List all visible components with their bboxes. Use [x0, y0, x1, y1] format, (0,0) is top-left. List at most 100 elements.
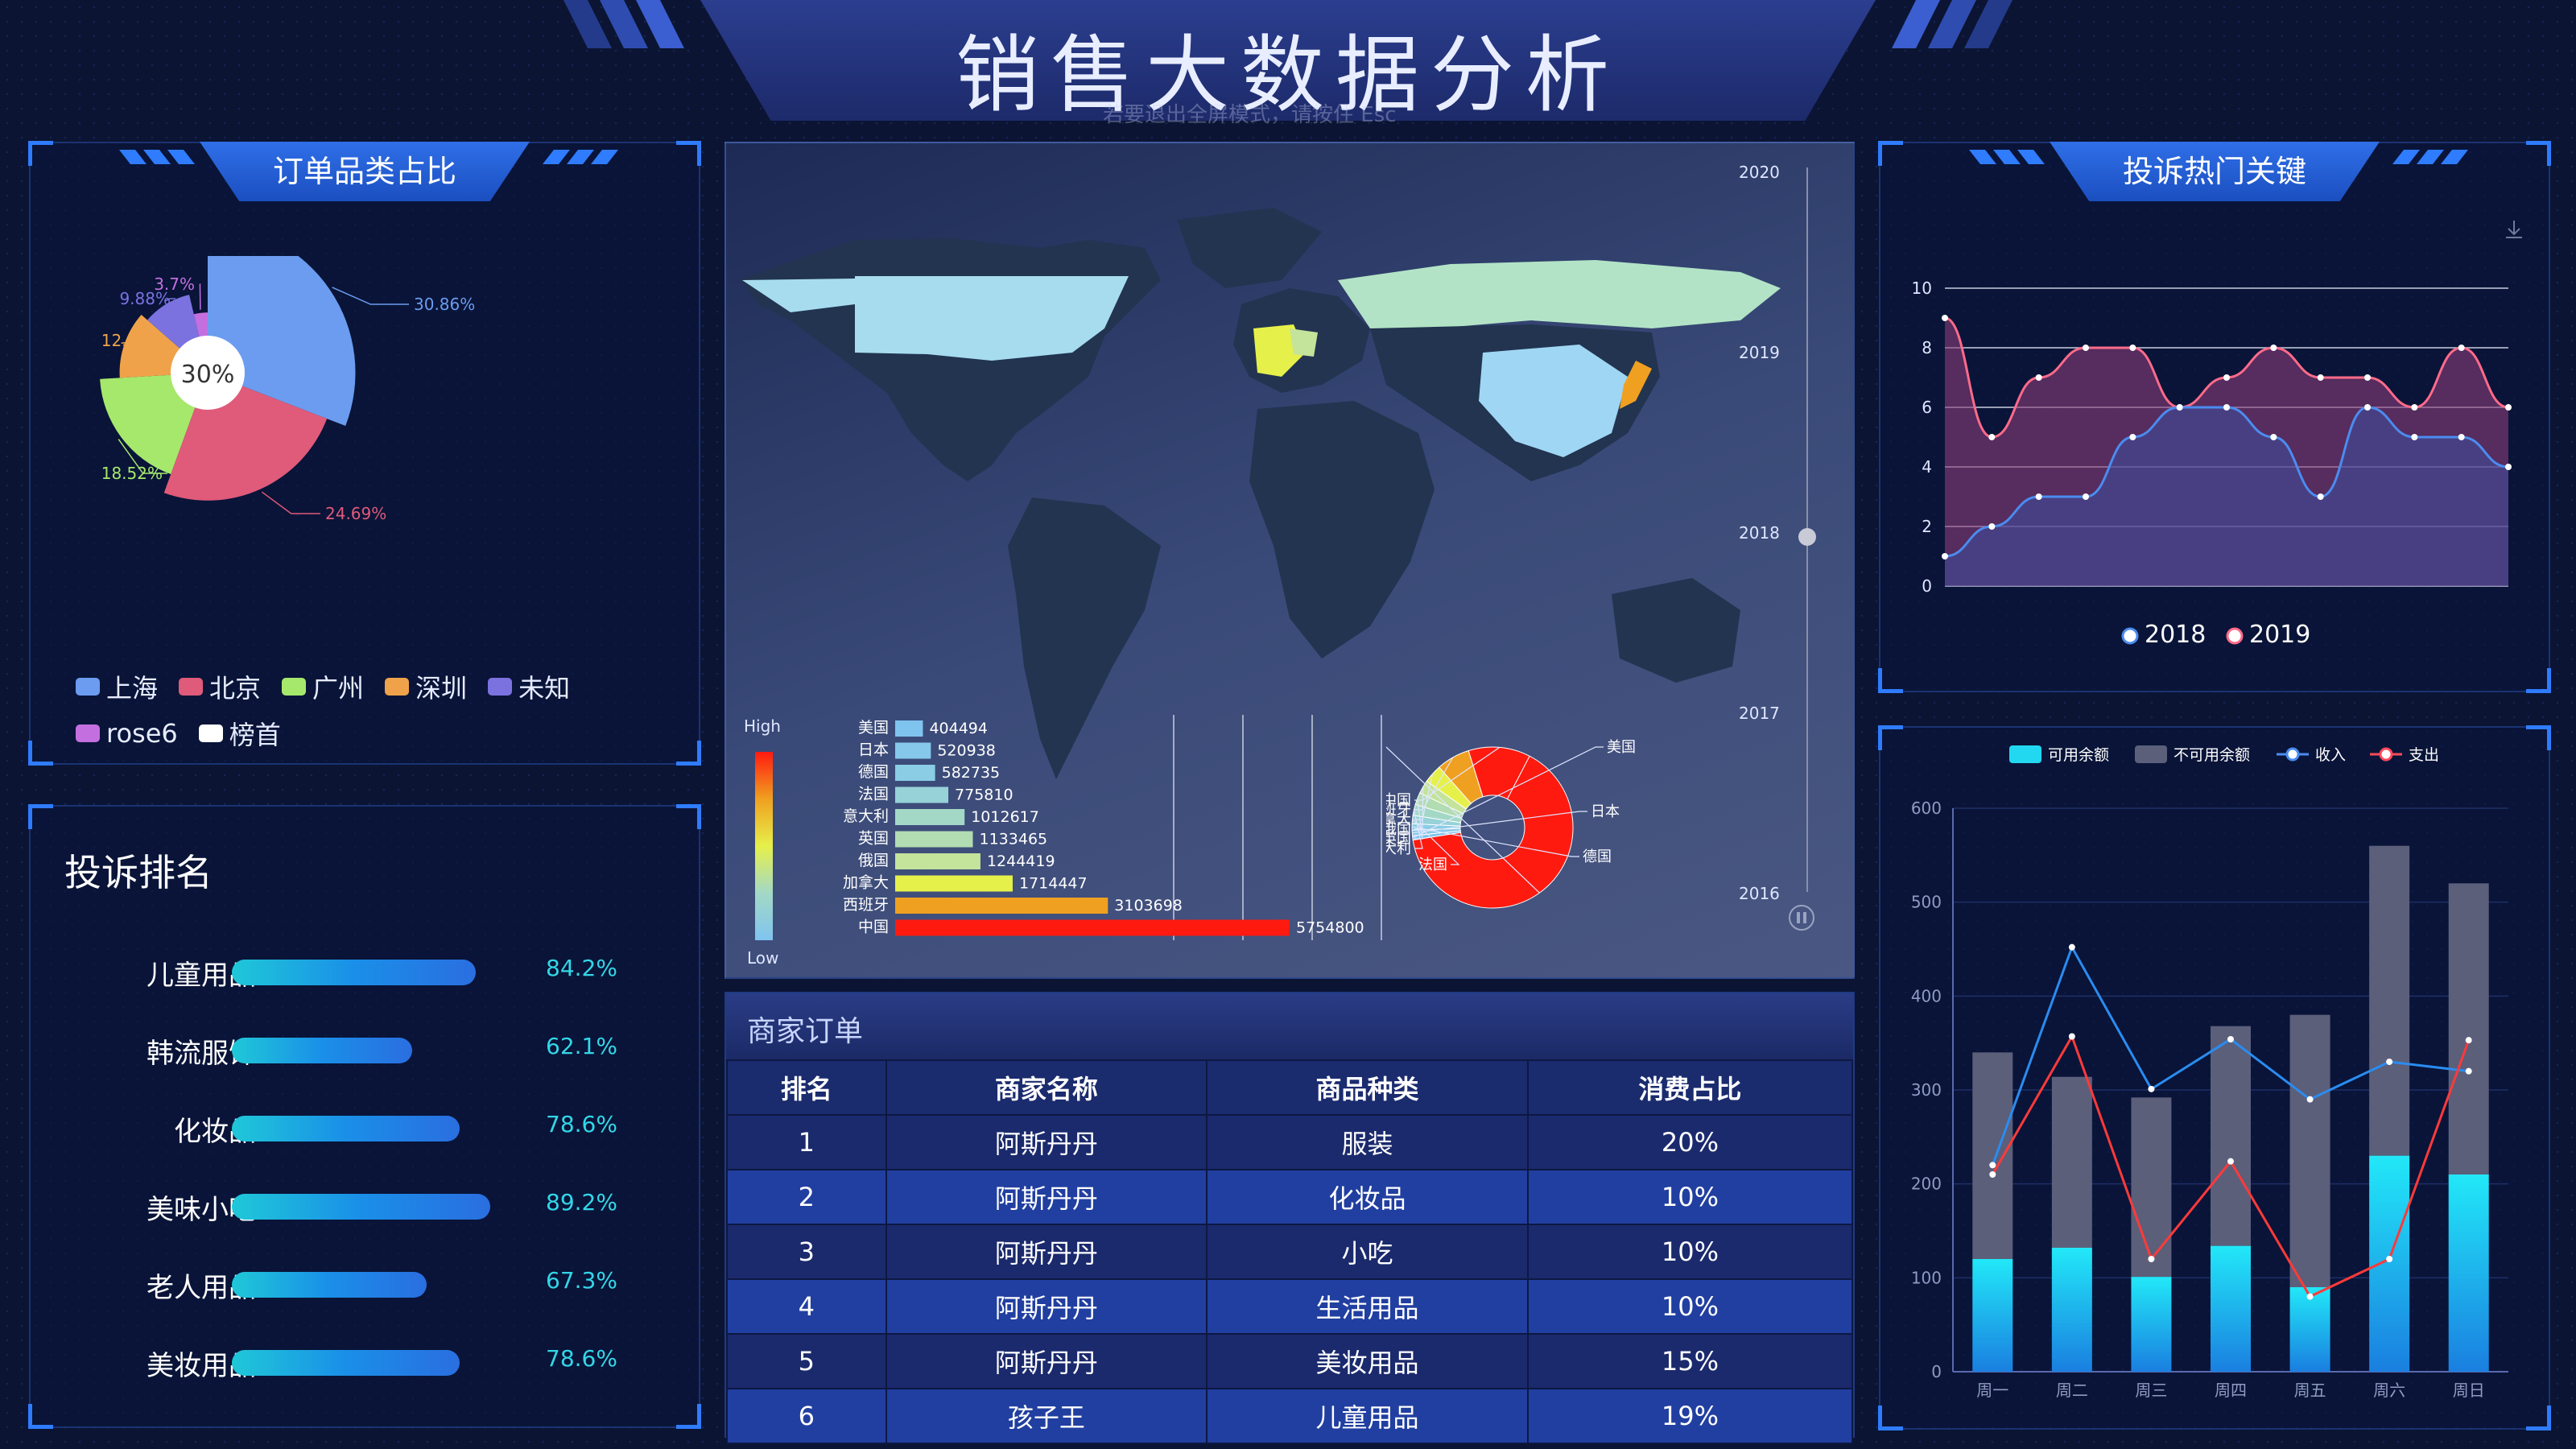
label-leader-line	[261, 491, 320, 514]
table-row[interactable]: 4 阿斯丹丹 生活用品 10%	[726, 1278, 1854, 1335]
data-point[interactable]	[2386, 1059, 2393, 1065]
data-point[interactable]	[2227, 1036, 2234, 1042]
data-point[interactable]	[2270, 434, 2277, 440]
data-point[interactable]	[2386, 1256, 2393, 1262]
table-row[interactable]: 6 孩子王 儿童用品 19%	[726, 1388, 1854, 1444]
data-point[interactable]	[2458, 434, 2465, 440]
country-bar[interactable]	[895, 919, 1290, 936]
category-label: 周四	[2215, 1381, 2247, 1400]
legend-item[interactable]: 上海	[76, 668, 158, 705]
data-point[interactable]	[2223, 404, 2230, 411]
country-bar[interactable]	[895, 742, 931, 759]
bar-available[interactable]	[2369, 1155, 2410, 1372]
table-cell: 6	[726, 1388, 887, 1444]
country-bar[interactable]	[895, 809, 965, 825]
country-bar[interactable]	[895, 853, 980, 869]
legend-marker[interactable]	[2121, 627, 2139, 645]
data-point[interactable]	[2411, 434, 2418, 440]
country-bar[interactable]	[895, 875, 1013, 892]
rank-row: 儿童用品 84.2%	[31, 952, 691, 992]
data-point[interactable]	[2364, 374, 2371, 381]
bar-unavailable[interactable]	[2211, 1026, 2251, 1246]
visual-map-gradient[interactable]	[755, 752, 773, 940]
panel-title: 商家订单	[747, 1015, 864, 1048]
data-point[interactable]	[2068, 943, 2075, 951]
bar-available[interactable]	[2051, 1248, 2092, 1372]
data-point[interactable]	[2068, 1033, 2075, 1040]
legend-item[interactable]: 榜首	[198, 715, 281, 752]
data-point[interactable]	[2083, 345, 2089, 351]
data-point[interactable]	[2129, 434, 2136, 440]
data-point[interactable]	[2270, 345, 2277, 351]
table-cell: 阿斯丹丹	[885, 1169, 1208, 1225]
bar-unavailable[interactable]	[2369, 845, 2410, 1156]
data-point[interactable]	[2364, 404, 2371, 411]
category-label: 周二	[2056, 1381, 2088, 1400]
legend-item[interactable]: 未知	[488, 668, 570, 705]
timeline-year[interactable]: 2019	[1739, 343, 1780, 362]
legend-item[interactable]: 北京	[179, 668, 261, 705]
bar-unavailable[interactable]	[2448, 883, 2489, 1174]
data-point[interactable]	[2306, 1096, 2314, 1103]
download-icon[interactable]	[2502, 217, 2526, 242]
bar-unavailable[interactable]	[2051, 1076, 2092, 1248]
data-point[interactable]	[1989, 1171, 1996, 1178]
data-point[interactable]	[2317, 493, 2324, 500]
pause-icon[interactable]	[1787, 903, 1816, 932]
table-cell: 10%	[1526, 1224, 1854, 1280]
data-point[interactable]	[2317, 374, 2324, 381]
table-row[interactable]: 3 阿斯丹丹 小吃 10%	[726, 1224, 1854, 1280]
data-point[interactable]	[2176, 404, 2183, 411]
country-bar[interactable]	[895, 765, 935, 781]
bar-available[interactable]	[2448, 1174, 2489, 1372]
country-bar[interactable]	[895, 831, 973, 848]
data-point[interactable]	[1988, 434, 1996, 440]
column-header[interactable]: 商品种类	[1206, 1059, 1529, 1116]
data-point[interactable]	[2505, 464, 2512, 470]
column-header[interactable]: 排名	[726, 1059, 887, 1116]
data-point[interactable]	[2129, 345, 2136, 351]
data-point[interactable]	[2035, 493, 2042, 500]
data-point[interactable]	[2148, 1256, 2155, 1262]
data-point[interactable]	[2505, 404, 2512, 411]
legend-swatch[interactable]	[2135, 745, 2167, 763]
legend-swatch[interactable]	[2009, 745, 2041, 763]
data-point[interactable]	[2083, 493, 2089, 500]
table-row[interactable]: 2 阿斯丹丹 化妆品 10%	[726, 1169, 1854, 1225]
timeline-knob-icon[interactable]	[1797, 526, 1818, 547]
timeline-year[interactable]: 2020	[1739, 163, 1780, 182]
data-point[interactable]	[1942, 315, 1948, 321]
data-point[interactable]	[2227, 1158, 2234, 1165]
data-point[interactable]	[1942, 553, 1948, 559]
data-point[interactable]	[2306, 1293, 2314, 1300]
column-header[interactable]: 消费占比	[1526, 1059, 1854, 1116]
country-bar[interactable]	[895, 898, 1108, 914]
timeline-year[interactable]: 2017	[1739, 704, 1780, 723]
table-row[interactable]: 5 阿斯丹丹 美妆用品 15%	[726, 1333, 1854, 1389]
bar-available[interactable]	[2131, 1277, 2172, 1372]
timeline-year[interactable]: 2018	[1739, 523, 1780, 543]
data-point[interactable]	[2035, 374, 2042, 381]
bar-unavailable[interactable]	[2131, 1097, 2172, 1278]
bar-available[interactable]	[2211, 1245, 2251, 1372]
country-bar[interactable]	[895, 720, 923, 737]
data-point[interactable]	[2465, 1037, 2472, 1044]
data-point[interactable]	[2411, 404, 2418, 411]
legend-marker[interactable]	[2226, 627, 2244, 645]
bar-unavailable[interactable]	[2289, 1014, 2330, 1287]
data-point[interactable]	[1989, 1162, 1996, 1169]
data-point[interactable]	[2458, 345, 2465, 351]
bar-unavailable[interactable]	[1972, 1052, 2013, 1259]
table-row[interactable]: 1 阿斯丹丹 服装 20%	[726, 1114, 1854, 1170]
legend-item[interactable]: 深圳	[385, 668, 467, 705]
legend-item[interactable]: 广州	[282, 668, 364, 705]
legend-item[interactable]: rose6	[76, 715, 178, 752]
country-bar[interactable]	[895, 786, 949, 803]
column-header[interactable]: 商家名称	[885, 1059, 1208, 1116]
data-point[interactable]	[2148, 1085, 2155, 1092]
data-point[interactable]	[2223, 374, 2230, 381]
bar-available[interactable]	[2289, 1287, 2330, 1372]
data-point[interactable]	[2465, 1067, 2472, 1075]
data-point[interactable]	[1988, 523, 1996, 530]
bar-available[interactable]	[1972, 1259, 2013, 1372]
